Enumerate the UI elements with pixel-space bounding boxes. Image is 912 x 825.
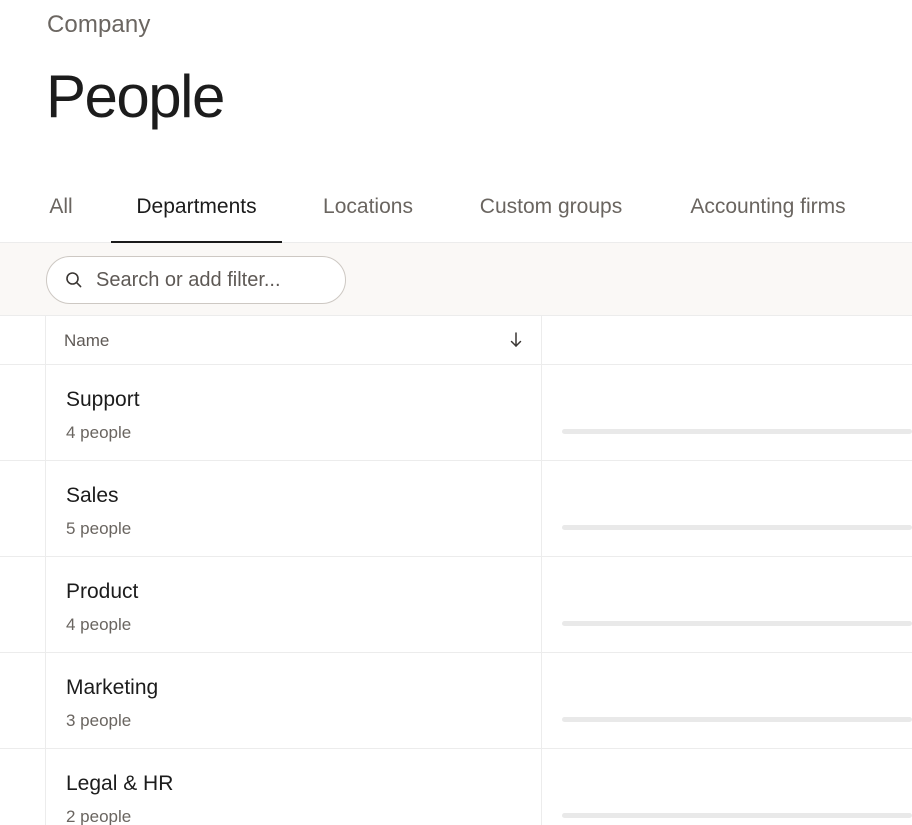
column-header-name[interactable]: Name — [64, 331, 109, 351]
department-count: 4 people — [66, 423, 132, 442]
department-name: Sales — [66, 484, 119, 507]
breadcrumb[interactable]: Company — [47, 11, 150, 39]
department-name: Product — [66, 580, 139, 603]
tab-bar: All Departments Locations Custom groups … — [0, 172, 912, 244]
department-count: 2 people — [66, 807, 132, 825]
department-count: 4 people — [66, 615, 132, 634]
table-row[interactable]: Legal & HR 2 people — [0, 749, 912, 825]
tab-accounting-firms[interactable]: Accounting firms — [687, 172, 849, 243]
row-bar — [562, 717, 912, 722]
department-name: Support — [66, 388, 140, 411]
filter-bar — [0, 243, 912, 316]
table-row[interactable]: Support 4 people — [0, 365, 912, 461]
tab-custom-groups[interactable]: Custom groups — [477, 172, 625, 243]
tab-all[interactable]: All — [48, 172, 74, 243]
search-icon — [65, 271, 83, 289]
arrow-down-icon[interactable] — [508, 331, 524, 349]
row-bar — [562, 813, 912, 818]
tab-departments[interactable]: Departments — [111, 172, 282, 244]
row-bar — [562, 621, 912, 626]
search-box[interactable] — [46, 256, 346, 304]
department-name: Marketing — [66, 676, 159, 699]
row-bar — [562, 429, 912, 434]
table-row[interactable]: Sales 5 people — [0, 461, 912, 557]
table-row[interactable]: Product 4 people — [0, 557, 912, 653]
row-bar — [562, 525, 912, 530]
department-name: Legal & HR — [66, 772, 174, 795]
table-header-row: Name — [0, 316, 912, 365]
department-count: 3 people — [66, 711, 132, 730]
people-page: Company People All Departments Locations… — [0, 0, 912, 825]
table-row[interactable]: Marketing 3 people — [0, 653, 912, 749]
department-count: 5 people — [66, 519, 132, 538]
departments-table: Name Support 4 people Sales 5 people Pro… — [0, 316, 912, 825]
page-title: People — [46, 63, 225, 130]
search-input[interactable] — [96, 268, 326, 292]
tab-locations[interactable]: Locations — [321, 172, 415, 243]
